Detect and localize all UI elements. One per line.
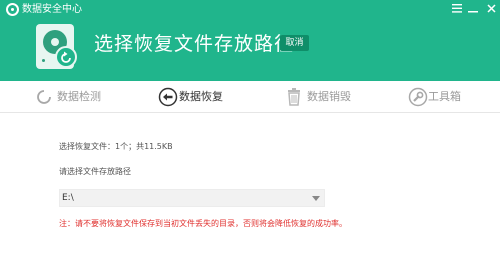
tab-label: 工具箱 [428, 90, 461, 103]
tab-data-shred[interactable]: 数据销毁 [282, 81, 362, 113]
header: 数据安全中心 选择恢复文件存放路径 取消 [0, 0, 500, 81]
title-bar: 数据安全中心 [0, 0, 500, 20]
tab-data-scan[interactable]: 数据检测 [32, 81, 112, 113]
wrench-icon [408, 87, 428, 107]
close-icon[interactable] [484, 2, 498, 16]
tab-label: 数据恢复 [179, 90, 223, 103]
chevron-down-icon[interactable] [312, 196, 320, 201]
cancel-button[interactable]: 取消 [280, 35, 309, 51]
app-title: 数据安全中心 [22, 4, 82, 15]
save-path-select[interactable]: E:\ [59, 189, 325, 207]
menu-icon[interactable] [450, 2, 464, 16]
app-logo-icon [6, 3, 19, 16]
path-value: E:\ [62, 193, 74, 203]
path-label: 请选择文件存放路径 [59, 167, 131, 176]
warning-note: 注：请不要将恢复文件保存到当初文件丢失的目录，否则将会降低恢复的成功率。 [59, 219, 347, 228]
tab-data-recover[interactable]: 数据恢复 [156, 81, 256, 113]
scan-icon [37, 90, 51, 104]
tab-bar: 数据检测 数据恢复 数据销毁 工具箱 [0, 81, 500, 113]
trash-icon [288, 88, 300, 106]
tab-label: 数据销毁 [307, 90, 351, 103]
tab-toolbox[interactable]: 工具箱 [406, 81, 476, 113]
restore-badge-icon [55, 46, 77, 68]
tab-label: 数据检测 [57, 90, 101, 103]
page-title: 选择恢复文件存放路径 [94, 33, 295, 55]
restore-arrow-icon [158, 87, 178, 107]
minimize-icon[interactable] [466, 2, 480, 16]
selected-files-info: 选择恢复文件：1个；共11.5KB [59, 142, 173, 151]
